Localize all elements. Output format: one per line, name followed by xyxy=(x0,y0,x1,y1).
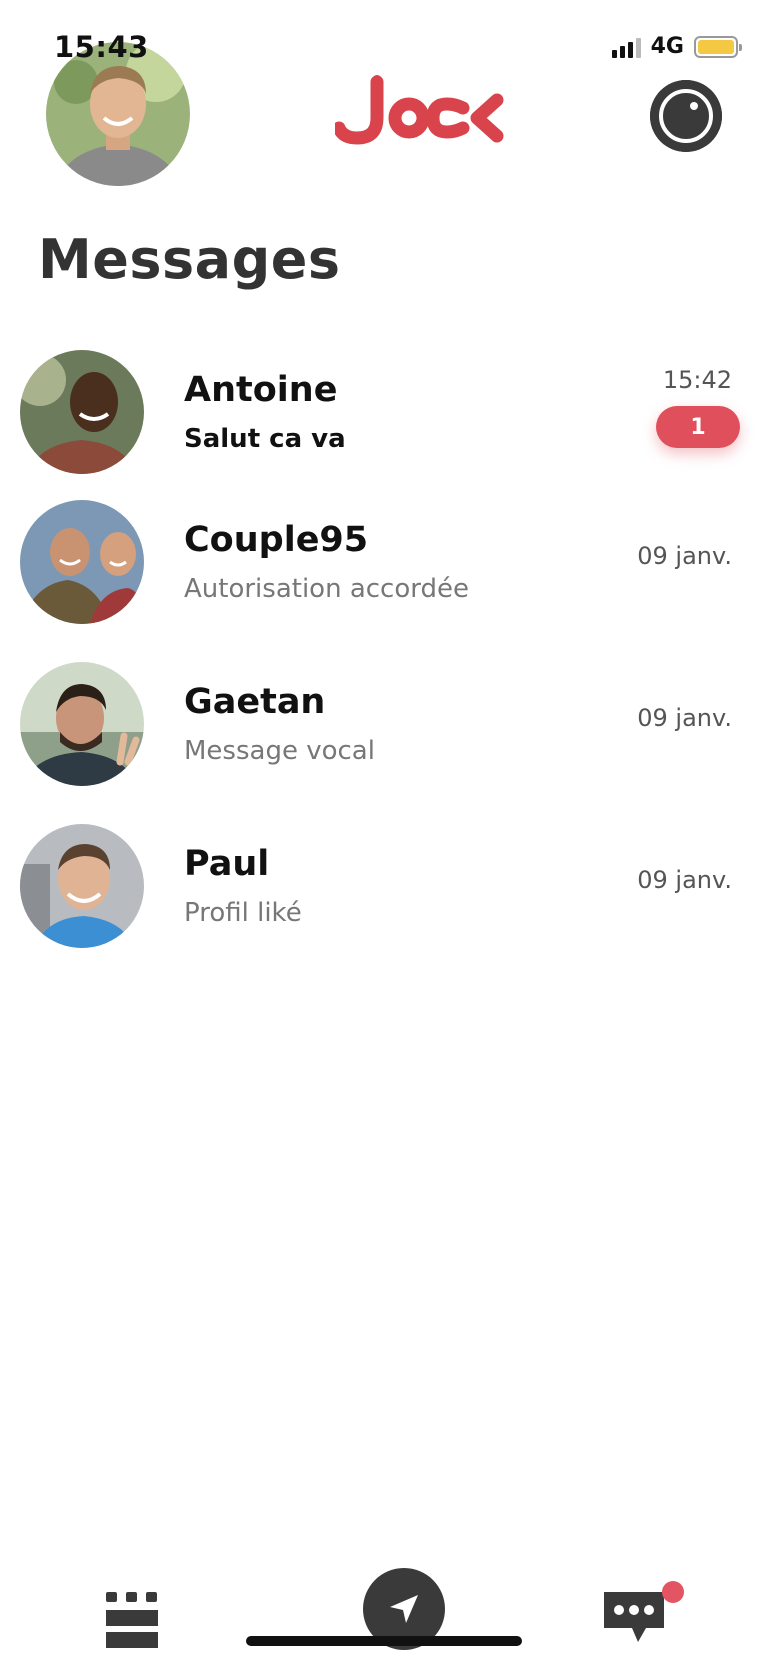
conversation-preview: Message vocal xyxy=(184,736,375,766)
conversation-row[interactable]: Antoine Salut ca va 15:42 1 xyxy=(0,340,768,490)
home-indicator[interactable] xyxy=(246,1636,522,1646)
grid-icon xyxy=(106,1592,158,1648)
nav-chat-button[interactable] xyxy=(602,1588,668,1648)
notification-dot xyxy=(662,1581,684,1603)
conversation-row[interactable]: Couple95 Autorisation accordée 09 janv. xyxy=(0,490,768,640)
conversation-preview: Salut ca va xyxy=(184,424,346,454)
conversation-time: 09 janv. xyxy=(637,704,732,732)
conversation-name: Couple95 xyxy=(184,520,369,560)
avatar xyxy=(20,500,144,624)
conversation-time: 15:42 xyxy=(662,366,732,394)
avatar xyxy=(20,824,144,948)
conversation-name: Antoine xyxy=(184,370,338,410)
conversation-time: 09 janv. xyxy=(637,866,732,894)
unread-badge: 1 xyxy=(656,406,740,448)
conversation-row[interactable]: Gaetan Message vocal 09 janv. xyxy=(0,652,768,802)
camera-button[interactable] xyxy=(650,80,722,152)
bottom-nav xyxy=(0,1560,768,1663)
nav-grid-button[interactable] xyxy=(104,1590,160,1650)
conversation-name: Paul xyxy=(184,844,270,884)
conversation-preview: Profil liké xyxy=(184,898,302,928)
conversation-name: Gaetan xyxy=(184,682,326,722)
conversation-preview: Autorisation accordée xyxy=(184,574,469,604)
network-type: 4G xyxy=(650,34,684,59)
avatar xyxy=(20,350,144,474)
avatar xyxy=(20,662,144,786)
page-title: Messages xyxy=(38,228,341,291)
camera-icon xyxy=(650,80,722,152)
signal-icon xyxy=(611,36,641,58)
chat-bubble-icon xyxy=(604,1592,664,1642)
battery-icon xyxy=(694,35,742,58)
status-time: 15:43 xyxy=(54,30,149,64)
status-indicators: 4G xyxy=(611,34,742,59)
jock-logo xyxy=(332,74,505,150)
conversation-row[interactable]: Paul Profil liké 09 janv. xyxy=(0,814,768,964)
conversation-time: 09 janv. xyxy=(637,542,732,570)
location-arrow-icon xyxy=(390,1595,418,1623)
